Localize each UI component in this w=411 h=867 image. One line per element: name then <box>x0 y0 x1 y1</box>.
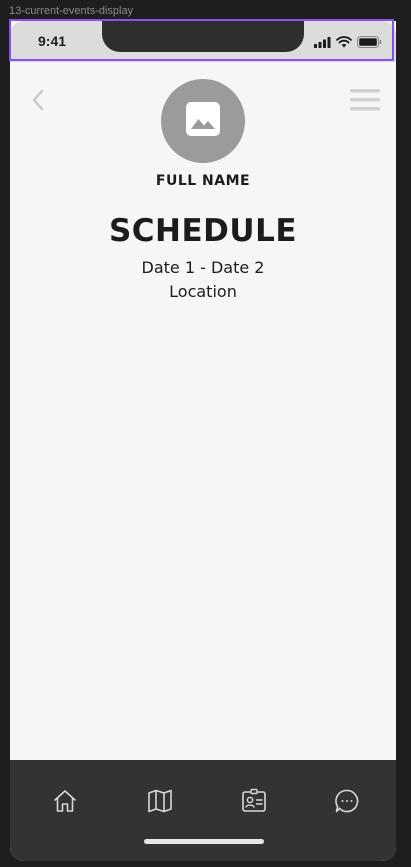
status-bar: 9:41 <box>10 21 396 62</box>
schedule-dates: Date 1 - Date 2 <box>141 258 265 277</box>
frame-label: 13-current-events-display <box>9 5 134 17</box>
cellular-signal-icon <box>314 33 331 52</box>
user-full-name: FULL NAME <box>155 173 251 189</box>
map-icon <box>147 788 173 818</box>
id-card-icon <box>241 788 267 818</box>
wifi-icon <box>336 33 352 52</box>
nav-item-chat[interactable] <box>331 787 363 819</box>
bottom-navigation-bar <box>10 760 396 861</box>
avatar[interactable] <box>161 79 245 163</box>
chat-bubble-icon <box>334 788 360 818</box>
home-indicator[interactable] <box>144 839 264 844</box>
design-canvas: 13-current-events-display 9:41 FULL NAME… <box>0 0 411 867</box>
image-placeholder-icon <box>185 101 221 141</box>
hamburger-menu-icon <box>348 89 382 118</box>
battery-icon <box>357 33 382 52</box>
status-icons <box>314 33 382 52</box>
phone-screen: 9:41 FULL NAME SCHEDULE Date 1 - Date 2 … <box>10 21 396 861</box>
menu-button[interactable] <box>348 86 382 114</box>
page-title: SCHEDULE <box>108 213 298 249</box>
home-icon <box>52 788 78 818</box>
status-time: 9:41 <box>38 33 67 49</box>
nav-item-map[interactable] <box>144 787 176 819</box>
back-button[interactable] <box>26 89 50 115</box>
chevron-left-icon <box>31 89 45 115</box>
nav-item-home[interactable] <box>49 787 81 819</box>
nav-item-profile-card[interactable] <box>238 787 270 819</box>
schedule-location: Location <box>169 282 237 301</box>
device-notch <box>102 21 304 52</box>
